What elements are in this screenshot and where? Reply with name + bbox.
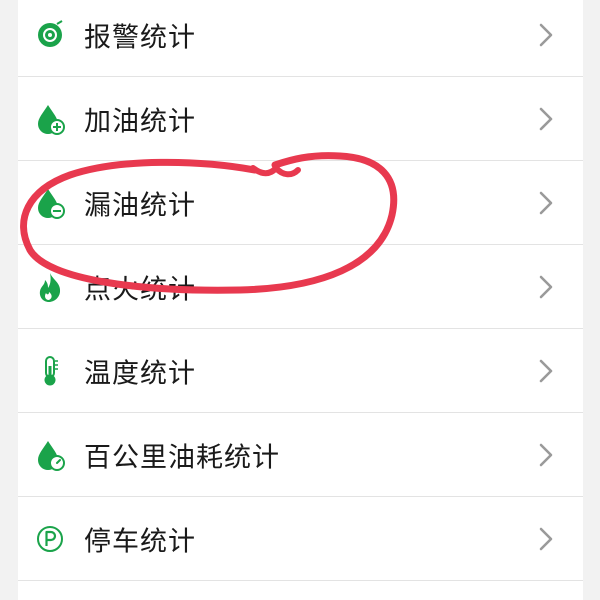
menu-item-label: 温度统计: [84, 358, 196, 390]
menu-item-fuel-consumption-statistics[interactable]: 百公里油耗统计: [18, 413, 583, 497]
chevron-right-icon: [539, 191, 553, 215]
chevron-right-icon: [539, 107, 553, 131]
menu-item-label: 加油统计: [84, 106, 196, 138]
chevron-right-icon: [539, 275, 553, 299]
menu-item-parking-statistics[interactable]: 停车统计: [18, 497, 583, 581]
thermometer-icon: [35, 354, 65, 388]
row-divider: [18, 580, 583, 581]
statistics-menu-list: 报警统计 加油统计 漏油统计 点火统计 温度统计 百公里油耗统计 停车统计: [18, 0, 583, 600]
fuel-drop-plus-icon: [35, 102, 65, 136]
menu-item-label: 点火统计: [84, 274, 196, 306]
menu-item-label: 漏油统计: [84, 190, 196, 222]
menu-item-label: 停车统计: [84, 526, 196, 558]
chevron-right-icon: [539, 527, 553, 551]
screen: 报警统计 加油统计 漏油统计 点火统计 温度统计 百公里油耗统计 停车统计: [0, 0, 600, 600]
menu-item-label: 百公里油耗统计: [84, 442, 280, 474]
chevron-right-icon: [539, 443, 553, 467]
menu-item-label: 报警统计: [84, 22, 196, 54]
menu-item-ignition-statistics[interactable]: 点火统计: [18, 245, 583, 329]
menu-item-refuel-statistics[interactable]: 加油统计: [18, 77, 583, 161]
menu-item-alarm-statistics[interactable]: 报警统计: [18, 0, 583, 77]
menu-item-temperature-statistics[interactable]: 温度统计: [18, 329, 583, 413]
chevron-right-icon: [539, 23, 553, 47]
alarm-disc-icon: [35, 18, 65, 52]
parking-icon: [35, 522, 65, 556]
flame-icon: [35, 270, 65, 304]
menu-item-fuel-leak-statistics[interactable]: 漏油统计: [18, 161, 583, 245]
chevron-right-icon: [539, 359, 553, 383]
fuel-drop-gauge-icon: [35, 438, 65, 472]
fuel-drop-minus-icon: [35, 186, 65, 220]
